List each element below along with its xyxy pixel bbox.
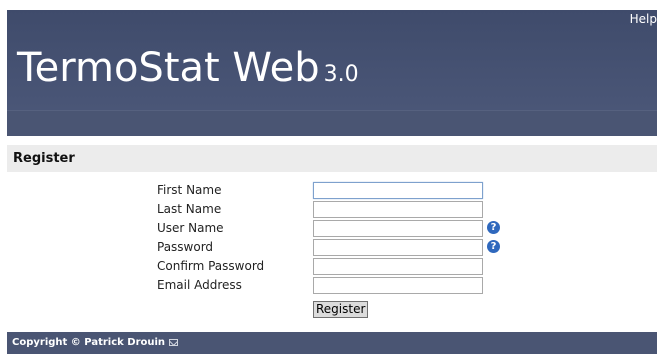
user-name-label: User Name bbox=[157, 221, 224, 235]
form-row-first-name: First Name bbox=[157, 182, 507, 201]
header-strip bbox=[7, 110, 657, 136]
confirm-password-label: Confirm Password bbox=[157, 259, 265, 273]
password-help-icon[interactable]: ? bbox=[487, 240, 500, 253]
header-banner: Help TermoStat Web 3.0 bbox=[7, 10, 657, 136]
footer: Copyright © Patrick Drouin bbox=[7, 332, 657, 354]
app-version: 3.0 bbox=[323, 62, 359, 87]
page: Help TermoStat Web 3.0 Register First Nam… bbox=[0, 0, 667, 359]
form-row-confirm-password: Confirm Password bbox=[157, 258, 507, 277]
app-name: TermoStat Web bbox=[17, 45, 320, 91]
first-name-input[interactable] bbox=[313, 182, 483, 199]
password-label: Password bbox=[157, 240, 214, 254]
help-link[interactable]: Help bbox=[630, 12, 657, 26]
confirm-password-input[interactable] bbox=[313, 258, 483, 275]
form-row-email: Email Address bbox=[157, 277, 507, 296]
app-title: TermoStat Web 3.0 bbox=[17, 44, 359, 99]
section-header: Register bbox=[7, 145, 657, 172]
user-name-help-icon[interactable]: ? bbox=[487, 221, 500, 234]
footer-copyright: Copyright © Patrick Drouin bbox=[12, 337, 179, 348]
form-row-last-name: Last Name bbox=[157, 201, 507, 220]
copyright-text: Copyright © Patrick Drouin bbox=[12, 337, 166, 348]
password-input[interactable] bbox=[313, 239, 483, 256]
last-name-label: Last Name bbox=[157, 202, 222, 216]
register-button[interactable]: Register bbox=[313, 301, 369, 318]
last-name-input[interactable] bbox=[313, 201, 483, 218]
user-name-input[interactable] bbox=[313, 220, 483, 237]
email-input[interactable] bbox=[313, 277, 483, 294]
section-title: Register bbox=[13, 151, 75, 166]
email-label: Email Address bbox=[157, 278, 242, 292]
form-row-user-name: User Name ? bbox=[157, 220, 507, 239]
first-name-label: First Name bbox=[157, 183, 222, 197]
form-row-password: Password ? bbox=[157, 239, 507, 258]
envelope-icon[interactable] bbox=[169, 339, 179, 346]
